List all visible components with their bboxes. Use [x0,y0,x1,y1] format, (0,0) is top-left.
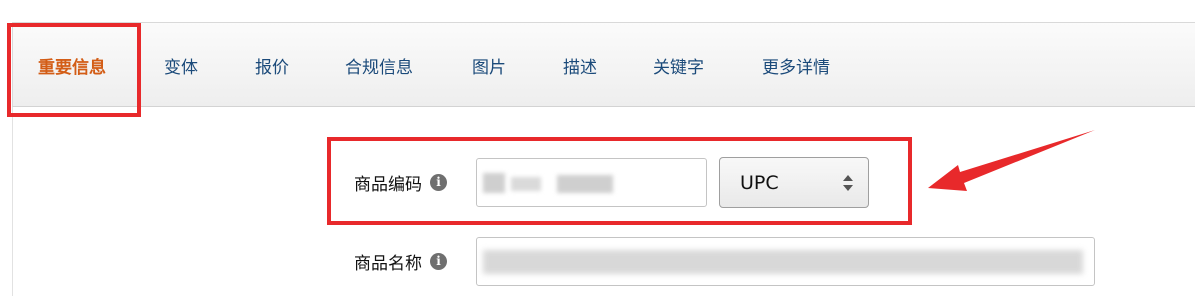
product-name-label: 商品名称 i [354,249,447,274]
product-name-input[interactable] [476,237,1095,286]
tab-more-details[interactable]: 更多详情 [762,23,830,108]
arrow-annotation [928,130,1095,191]
tab-variations[interactable]: 变体 [164,23,198,108]
tab-description[interactable]: 描述 [563,23,597,108]
tab-offer[interactable]: 报价 [255,23,289,108]
tab-images[interactable]: 图片 [472,23,506,108]
highlight-box-tab [7,23,141,117]
tab-keywords[interactable]: 关键字 [653,23,704,108]
tab-bar: 重要信息 变体 报价 合规信息 图片 描述 关键字 更多详情 [12,22,1195,107]
highlight-box-product-code [327,137,912,225]
info-icon[interactable]: i [430,253,447,270]
listing-editor: 重要信息 变体 报价 合规信息 图片 描述 关键字 更多详情 商品编码 i UP… [0,0,1195,296]
tab-compliance[interactable]: 合规信息 [345,23,413,108]
product-name-label-text: 商品名称 [354,254,422,274]
redacted-text [483,250,1083,274]
